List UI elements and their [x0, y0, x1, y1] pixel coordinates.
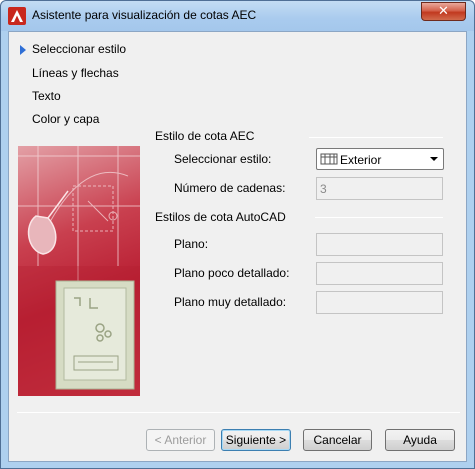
window-title: Asistente para visualización de cotas AE…	[32, 8, 257, 22]
aec-group-divider	[309, 137, 443, 138]
chain-count-label: Número de cadenas:	[174, 181, 286, 195]
autocad-group-title: Estilos de cota AutoCAD	[155, 210, 286, 224]
plan-high-detail-label: Plano muy detallado:	[174, 295, 287, 309]
style-select-dropdown[interactable]: Exterior	[316, 148, 444, 170]
nav-item-color-capa[interactable]: Color y capa	[32, 112, 99, 126]
plan-low-detail-label: Plano poco detallado:	[174, 266, 290, 280]
wizard-illustration	[18, 146, 140, 396]
aec-group-title: Estilo de cota AEC	[155, 129, 255, 143]
chevron-down-icon[interactable]	[430, 157, 438, 161]
triangle-right-icon	[20, 45, 26, 55]
plan-high-detail-input[interactable]	[316, 291, 443, 314]
chain-count-input[interactable]: 3	[316, 177, 443, 200]
plan-low-detail-input[interactable]	[316, 262, 443, 285]
footer-divider	[17, 412, 460, 413]
title-bar[interactable]: Asistente para visualización de cotas AE…	[1, 1, 474, 31]
style-select-value: Exterior	[340, 153, 382, 167]
nav-item-texto[interactable]: Texto	[32, 89, 61, 103]
plan-label: Plano:	[174, 237, 209, 251]
nav-item-lineas-flechas[interactable]: Líneas y flechas	[32, 66, 119, 80]
autocad-logo-icon	[8, 7, 26, 25]
dimension-style-icon	[320, 153, 338, 165]
dialog-client-area: Seleccionar estilo Líneas y flechas Text…	[8, 31, 467, 462]
close-icon: ✕	[438, 4, 449, 19]
blueprint-illustration-icon	[18, 146, 140, 396]
help-button[interactable]: Ayuda	[385, 429, 455, 451]
close-button[interactable]: ✕	[421, 2, 466, 21]
nav-item-seleccionar-estilo[interactable]: Seleccionar estilo	[32, 42, 126, 56]
plan-input[interactable]	[316, 233, 443, 256]
next-button[interactable]: Siguiente >	[221, 429, 291, 451]
autocad-group-divider	[315, 217, 443, 218]
select-style-label: Seleccionar estilo:	[174, 152, 272, 166]
dialog-window: Asistente para visualización de cotas AE…	[0, 0, 475, 469]
cancel-button[interactable]: Cancelar	[303, 429, 372, 451]
back-button[interactable]: < Anterior	[146, 429, 215, 451]
